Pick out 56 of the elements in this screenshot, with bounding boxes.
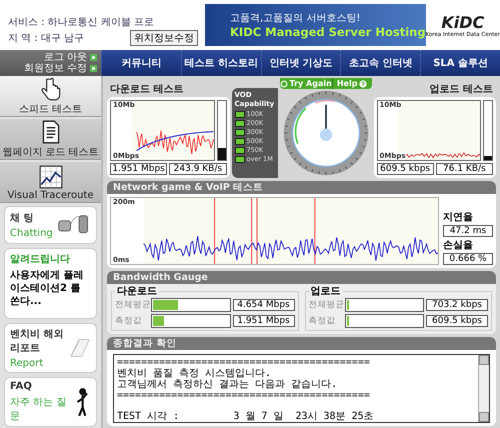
card-title: 알려드립니다 xyxy=(10,253,71,266)
sidebar-tool[interactable]: 웹페이지 로드 테스트 xyxy=(0,119,101,160)
service-label: 서비스 : 하나로통신 케이블 프로 xyxy=(8,16,156,29)
bandwidth-label: 측정값 xyxy=(115,315,143,327)
sidebar-card[interactable]: 알려드립니다 사용자에게 플레이스테이션2 를 쏜다... xyxy=(4,248,97,319)
account-link[interactable]: 회원정보 수정 xyxy=(24,63,87,74)
square-icon xyxy=(90,54,97,61)
region-label: 지 역 : 대구 남구 xyxy=(8,32,84,45)
rate-value: 243.9 KB/s xyxy=(169,163,226,175)
section-title: Network game & VoIP 테스트 xyxy=(113,181,264,194)
test-title: 업로드 테스트 xyxy=(428,83,494,97)
speed-value: 609.5 kbps xyxy=(376,163,434,175)
sidebar-tool[interactable]: Visual Traceroute xyxy=(0,162,101,203)
loss-value: 0.666 % xyxy=(443,253,493,265)
bandwidth-label: 측정값 xyxy=(308,315,336,327)
bandwidth-value: 609.5 kbps xyxy=(426,315,488,327)
card-subtitle: Chatting xyxy=(10,228,53,239)
bandwidth-value: 4.654 Mbps xyxy=(232,299,294,311)
loss-label: 손실율 xyxy=(443,239,474,252)
latency-label: 지연율 xyxy=(443,211,474,224)
account-link[interactable]: 로그 아웃 xyxy=(44,52,87,63)
refresh-icon xyxy=(280,80,288,88)
speed-value: 1.951 Mbps xyxy=(110,163,168,175)
help-icon xyxy=(359,80,368,88)
sidebar-card[interactable]: 채 팅 Chatting xyxy=(4,206,97,244)
card-subtitle: Report xyxy=(10,358,44,369)
card-title: FAQ xyxy=(10,381,33,392)
bandwidth-label: 전체평균 xyxy=(308,299,342,311)
location-edit-button[interactable]: 위치정보수정 xyxy=(130,30,198,46)
notice-text: 사용자에게 플레이스테이션2 를 쏜다... xyxy=(10,269,84,308)
group-title: 다운로드 xyxy=(116,285,158,298)
group-title: 업로드 xyxy=(310,285,342,298)
card-title: 채 팅 xyxy=(10,212,34,225)
latency-value: 47.2 ms xyxy=(443,225,493,237)
line-graph-icon xyxy=(38,164,64,190)
sidebar-tool[interactable]: 스피드 테스트 xyxy=(0,76,101,117)
result-line: TEST 시각 : 3 월 7 일 23시 38분 25초 xyxy=(117,411,375,422)
banner-tagline: 고품격,고품질의 서버호스팅! xyxy=(230,12,362,25)
sidebar-card[interactable]: 벤치비 해외 리포트 Report xyxy=(4,323,97,373)
result-line: 벤치비 품질 측정 시스템입니다. xyxy=(117,368,272,379)
result-line: ========================================== xyxy=(117,390,371,401)
bandwidth-value: 703.2 kbps xyxy=(426,299,488,311)
banner-headline: KIDC Managed Server Hosting xyxy=(230,25,426,39)
result-line: ========================================== xyxy=(117,357,371,368)
scrollbar[interactable] xyxy=(478,355,489,422)
result-line: 고객님께서 측정하신 결과는 다음과 같습니다. xyxy=(117,379,338,390)
card-subtitle: 자주 하는 질문 xyxy=(10,396,68,423)
bandwidth-value: 1.951 Mbps xyxy=(232,315,294,327)
section-title: Bandwidth Gauge xyxy=(113,272,208,283)
section-title: 종합결과 확인 xyxy=(113,337,176,350)
sidebar-card[interactable]: FAQ 자주 하는 질문 xyxy=(4,377,97,427)
card-title: 벤치비 해외 리포트 xyxy=(10,328,64,355)
banner-logo: KiDC xyxy=(441,12,484,32)
test-title: 다운로드 테스트 xyxy=(109,83,184,97)
bandwidth-label: 전체평균 xyxy=(115,299,149,311)
rate-value: 76.1 KB/s xyxy=(436,163,493,175)
